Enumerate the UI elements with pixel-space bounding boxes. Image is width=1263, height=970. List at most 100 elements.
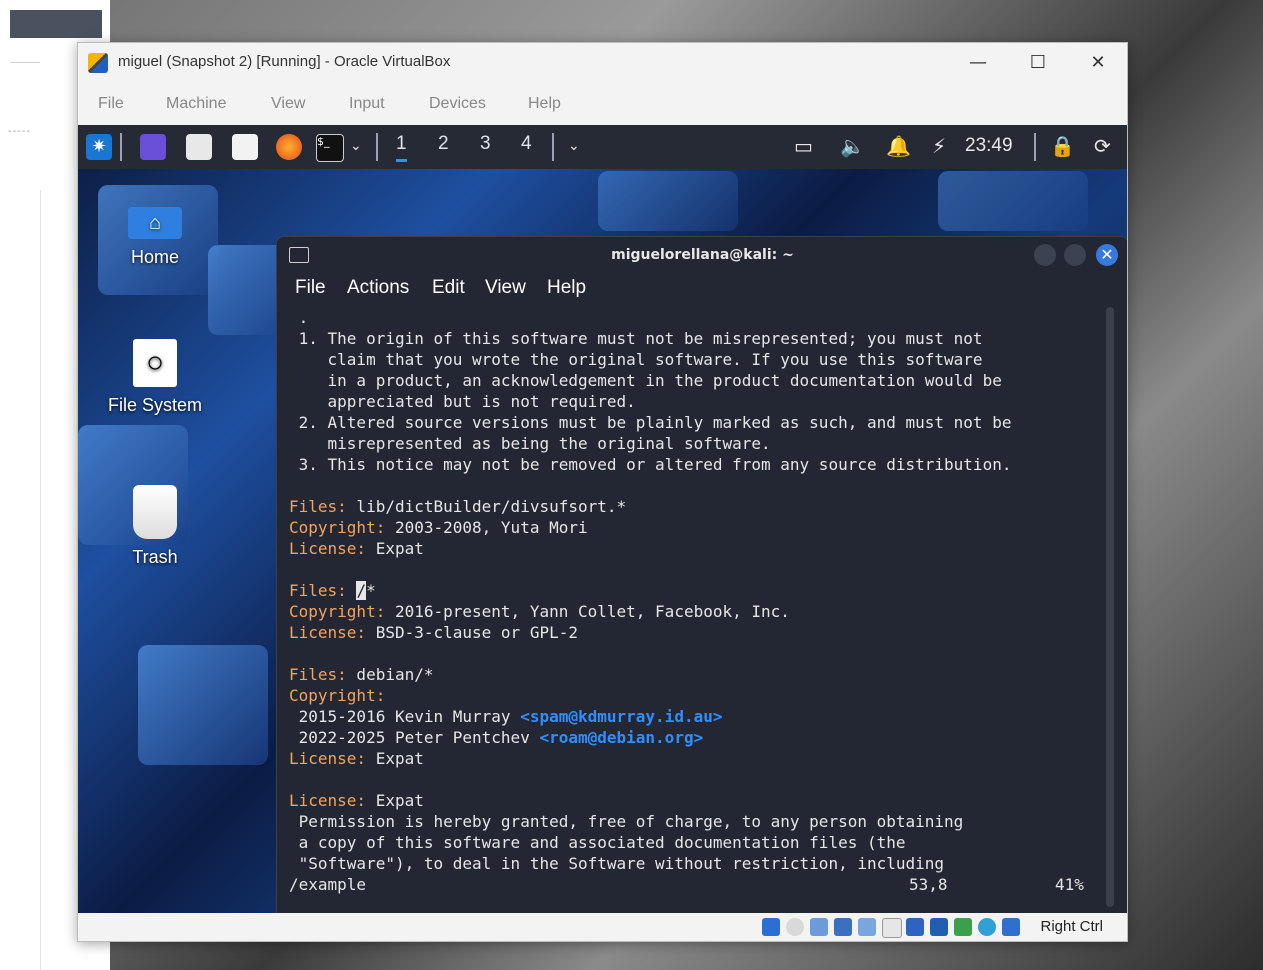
field-value: 2022-2025 Peter Pentchev (289, 728, 540, 747)
desktop-icon-trash[interactable]: Trash (100, 485, 210, 568)
host-dotted-separator: ----- (8, 126, 32, 137)
drive-icon: ○ (133, 339, 177, 387)
wallpaper-cube (938, 171, 1088, 231)
menu-help[interactable]: Help (528, 95, 561, 113)
menu-input[interactable]: Input (349, 95, 385, 113)
desktop-icon-label: File System (107, 395, 203, 415)
terminal-menu-actions[interactable]: Actions (347, 277, 409, 299)
optical-drive-icon[interactable] (786, 918, 804, 936)
close-button[interactable]: ✕ (1075, 49, 1121, 77)
field-value: Expat (366, 749, 424, 768)
workspace-3[interactable]: 3 (480, 133, 491, 155)
network-icon[interactable] (834, 918, 852, 936)
battery-charging-icon[interactable]: ⚡ (932, 134, 946, 158)
logout-icon[interactable]: ⟳ (1094, 134, 1111, 158)
host-key-label: Right Ctrl (1040, 918, 1103, 935)
terminal-line: 2015-2016 Kevin Murray <spam@kdmurray.id… (289, 706, 1099, 727)
terminal-minimize-button[interactable] (1034, 244, 1056, 266)
menu-devices[interactable]: Devices (429, 95, 486, 113)
terminal-blank-line: ​ (289, 769, 1099, 790)
terminal-line: 2. Altered source versions must be plain… (289, 413, 1012, 432)
workspace-4[interactable]: 4 (521, 133, 532, 155)
recording-icon[interactable] (930, 918, 948, 936)
terminal-maximize-button[interactable] (1064, 244, 1086, 266)
chevron-down-icon[interactable]: ⌄ (568, 138, 580, 154)
maximize-button[interactable]: ☐ (1015, 49, 1061, 77)
terminal-menu-file[interactable]: File (295, 277, 326, 299)
terminal-line: Files: debian/* (289, 664, 1099, 685)
panel-clock[interactable]: 23:49 (965, 135, 1013, 157)
field-key-license: License: (289, 791, 367, 810)
mouse-integration-icon[interactable] (978, 918, 996, 936)
guest-screen[interactable]: ✷ $_ ⌄ 1 2 3 4 ⌄ ▭ 🔈 🔔 ⚡ 23:49 🔒 ⟳ ⌂ Hom… (78, 125, 1127, 913)
usb-icon[interactable] (858, 918, 876, 936)
panel-separator (120, 133, 122, 161)
pager-status-line: /example 53,8 41% (289, 874, 1099, 895)
minimize-button[interactable]: — (955, 49, 1001, 77)
field-value: debian/* (346, 665, 434, 684)
lock-icon[interactable]: 🔒 (1050, 134, 1075, 158)
terminal-line: License: BSD-3-clause or GPL-2 (289, 622, 1099, 643)
desktop-icon-label: Home (130, 247, 179, 267)
kali-menu-icon[interactable]: ✷ (86, 134, 112, 160)
virtualbox-window[interactable]: miguel (Snapshot 2) [Running] - Oracle V… (77, 42, 1128, 942)
desktop-icon-label: Trash (132, 547, 178, 567)
terminal-output[interactable]: . 1. The origin of this software must no… (289, 307, 1099, 895)
audio-icon[interactable] (810, 918, 828, 936)
field-key-copyright: Copyright: (289, 602, 386, 621)
field-value: 2003-2008, Yuta Mori (385, 518, 588, 537)
text-cursor: / (356, 581, 367, 600)
field-key-copyright: Copyright: (289, 686, 386, 705)
file-manager-icon[interactable] (186, 134, 212, 160)
terminal-line: 1. The origin of this software must not … (289, 329, 983, 348)
terminal-scrollbar[interactable] (1106, 307, 1114, 907)
field-key-files: Files: (289, 665, 347, 684)
terminal-line: Files: lib/dictBuilder/divsufsort.* (289, 496, 1099, 517)
firefox-icon[interactable] (276, 134, 302, 160)
virtualbox-statusbar: Right Ctrl (78, 913, 1127, 941)
show-desktop-icon[interactable] (140, 134, 166, 160)
window-title: miguel (Snapshot 2) [Running] - Oracle V… (118, 53, 451, 70)
field-value: 2015-2016 Kevin Murray (289, 707, 521, 726)
workspace-2[interactable]: 2 (438, 133, 449, 155)
wallpaper-cube (598, 171, 738, 231)
keyboard-capture-icon[interactable] (1002, 918, 1020, 936)
desktop-icon-file-system[interactable]: ○ File System (100, 339, 210, 416)
text-editor-icon[interactable] (232, 134, 258, 160)
chevron-down-icon[interactable]: ⌄ (350, 138, 362, 154)
panel-separator (1034, 133, 1036, 161)
menu-machine[interactable]: Machine (166, 95, 226, 113)
desktop-icon-home[interactable]: ⌂ Home (100, 207, 210, 268)
terminal-line: 2022-2025 Peter Pentchev <roam@debian.or… (289, 727, 1099, 748)
terminal-line: appreciated but is not required. (289, 392, 636, 411)
display-icon[interactable]: ▭ (794, 134, 813, 158)
shared-folders-icon[interactable] (882, 918, 902, 938)
terminal-menu-edit[interactable]: Edit (432, 277, 465, 299)
terminal-menu-view[interactable]: View (485, 277, 526, 299)
terminal-window[interactable]: miguelorellana@kali: ~ ✕ File Actions Ed… (276, 236, 1127, 913)
terminal-blank-line: ​ (289, 559, 1099, 580)
menu-view[interactable]: View (271, 95, 305, 113)
volume-icon[interactable]: 🔈 (840, 134, 865, 158)
cpu-icon[interactable] (954, 918, 972, 936)
workspace-1[interactable]: 1 (396, 133, 407, 162)
terminal-launcher-icon[interactable]: $_ (316, 134, 344, 162)
notifications-bell-icon[interactable]: 🔔 (886, 134, 911, 158)
virtualbox-menubar: File Machine View Input Devices Help (78, 87, 1127, 123)
trash-icon (133, 485, 177, 539)
terminal-titlebar[interactable]: miguelorellana@kali: ~ ✕ (277, 237, 1127, 273)
pager-search: /example (289, 875, 367, 894)
virtualbox-titlebar[interactable]: miguel (Snapshot 2) [Running] - Oracle V… (78, 43, 1127, 81)
terminal-line: License: Expat (289, 790, 1099, 811)
hard-disk-icon[interactable] (762, 918, 780, 936)
terminal-line: misrepresented as being the original sof… (289, 434, 771, 453)
terminal-menu-help[interactable]: Help (547, 277, 586, 299)
host-toolbar-strip (10, 10, 102, 38)
field-key-files: Files: (289, 497, 347, 516)
terminal-line: Copyright: 2016-present, Yann Collet, Fa… (289, 601, 1099, 622)
menu-file[interactable]: File (98, 95, 124, 113)
field-value: 2016-present, Yann Collet, Facebook, Inc… (385, 602, 790, 621)
display-status-icon[interactable] (906, 918, 924, 936)
terminal-close-button[interactable]: ✕ (1096, 244, 1118, 266)
pager-position: 53,8 (909, 875, 948, 894)
